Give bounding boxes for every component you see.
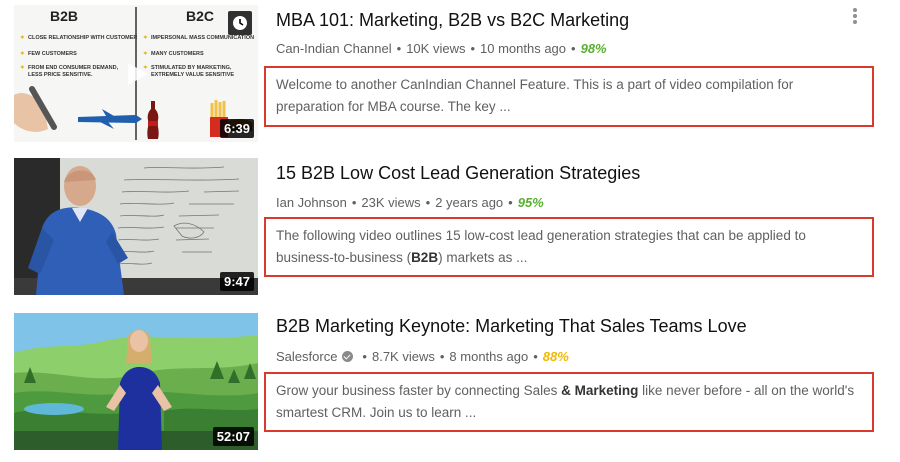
like-percentage: 88% <box>542 349 569 364</box>
video-thumbnail[interactable]: B2B B2C ✶ CLOSE RELATIONSHIP WITH CUSTOM… <box>14 5 258 142</box>
video-thumbnail[interactable]: 9:47 <box>14 158 258 295</box>
svg-text:MANY CUSTOMERS: MANY CUSTOMERS <box>151 51 204 57</box>
svg-text:✶: ✶ <box>143 64 148 71</box>
description-keyword: & Marketing <box>561 383 639 398</box>
video-metadata: Salesforce • 8.7K views • 8 months ago •… <box>276 349 569 364</box>
view-count: 23K views <box>361 195 421 210</box>
video-description: The following video outlines 15 low-cost… <box>276 228 806 265</box>
description-highlight-box: The following video outlines 15 low-cost… <box>264 217 874 277</box>
upload-age: 10 months ago <box>480 41 567 56</box>
svg-text:FEW CUSTOMERS: FEW CUSTOMERS <box>28 51 77 57</box>
video-metadata: Can-Indian Channel • 10K views • 10 mont… <box>276 41 607 56</box>
video-duration: 52:07 <box>212 427 254 446</box>
meta-separator: • <box>362 349 367 364</box>
meta-separator: • <box>470 41 476 56</box>
like-percentage: 95% <box>517 195 544 210</box>
video-title[interactable]: 15 B2B Low Cost Lead Generation Strategi… <box>276 163 640 184</box>
video-result[interactable]: 9:47 15 B2B Low Cost Lead Generation Str… <box>0 155 900 303</box>
description-keyword: B2B <box>411 250 439 265</box>
description-highlight-box: Grow your business faster by connecting … <box>264 372 874 432</box>
video-description: Welcome to another CanIndian Channel Fea… <box>276 77 794 114</box>
thumb-b2c-heading: B2C <box>186 8 214 24</box>
view-count: 10K views <box>406 41 466 56</box>
thumb-b2b-heading: B2B <box>50 8 78 24</box>
video-thumbnail[interactable]: 52:07 <box>14 313 258 450</box>
svg-text:IMPERSONAL MASS COMMUNICATION: IMPERSONAL MASS COMMUNICATION <box>151 35 254 41</box>
view-count: 8.7K views <box>371 349 435 364</box>
upload-age: 2 years ago <box>435 195 504 210</box>
meta-separator: • <box>439 349 445 364</box>
svg-text:FROM END CONSUMER DEMAND,: FROM END CONSUMER DEMAND, <box>28 65 119 71</box>
channel-name[interactable]: Can-Indian Channel <box>276 41 392 56</box>
channel-name[interactable]: Ian Johnson <box>276 195 347 210</box>
svg-text:STIMULATED BY MARKETING,: STIMULATED BY MARKETING, <box>151 65 232 71</box>
meta-separator: • <box>533 349 538 364</box>
svg-text:LESS PRICE SENSITIVE.: LESS PRICE SENSITIVE. <box>28 72 93 78</box>
verified-badge-icon <box>342 351 354 362</box>
watch-later-icon[interactable] <box>228 11 252 35</box>
svg-text:EXTREMELY VALUE SENSITIVE: EXTREMELY VALUE SENSITIVE <box>151 72 234 78</box>
video-title[interactable]: MBA 101: Marketing, B2B vs B2C Marketing <box>276 10 629 31</box>
svg-text:✶: ✶ <box>20 34 25 41</box>
svg-text:✶: ✶ <box>20 64 25 71</box>
meta-separator: • <box>396 41 402 56</box>
video-result[interactable]: B2B B2C ✶ CLOSE RELATIONSHIP WITH CUSTOM… <box>0 0 900 148</box>
video-result[interactable]: 52:07 B2B Marketing Keynote: Marketing T… <box>0 308 900 456</box>
svg-text:✶: ✶ <box>143 50 148 57</box>
svg-text:✶: ✶ <box>20 50 25 57</box>
meta-separator: • <box>425 195 431 210</box>
meta-separator: • <box>351 195 357 210</box>
video-title[interactable]: B2B Marketing Keynote: Marketing That Sa… <box>276 316 747 337</box>
meta-separator: • <box>571 41 576 56</box>
meta-separator: • <box>508 195 513 210</box>
svg-text:✶: ✶ <box>143 34 148 41</box>
description-highlight-box: Welcome to another CanIndian Channel Fea… <box>264 66 874 127</box>
video-duration: 6:39 <box>219 119 254 138</box>
video-metadata: Ian Johnson • 23K views • 2 years ago • … <box>276 195 544 210</box>
video-description: Grow your business faster by connecting … <box>276 383 855 420</box>
svg-text:CLOSE RELATIONSHIP WITH CUSTOM: CLOSE RELATIONSHIP WITH CUSTOMER <box>28 35 137 41</box>
more-options-icon[interactable] <box>850 8 860 28</box>
like-percentage: 98% <box>580 41 607 56</box>
upload-age: 8 months ago <box>449 349 529 364</box>
channel-name[interactable]: Salesforce <box>276 349 337 364</box>
video-duration: 9:47 <box>219 272 254 291</box>
